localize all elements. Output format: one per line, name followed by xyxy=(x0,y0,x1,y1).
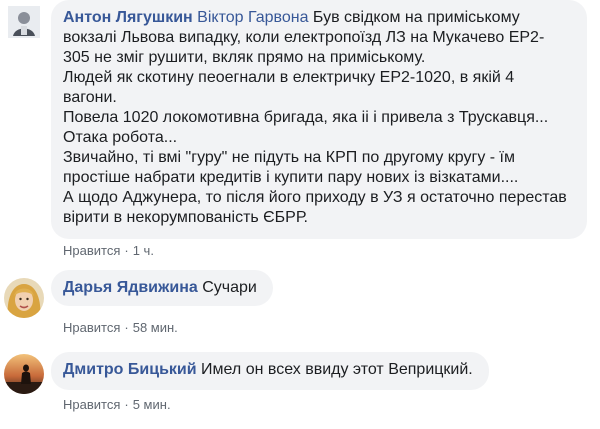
timestamp[interactable]: 1 ч. xyxy=(133,243,154,258)
avatar[interactable] xyxy=(4,354,44,394)
comment-bubble: Дмитро Бицький Имел он всех ввиду этот В… xyxy=(51,352,489,390)
comment-first-line: Дмитро Бицький Имел он всех ввиду этот В… xyxy=(63,360,477,380)
separator: · xyxy=(124,397,129,412)
like-button[interactable]: Нравится xyxy=(63,320,120,335)
comment-text-line: Звичайно, ті вмі "гуру" не підуть на КРП… xyxy=(63,149,515,166)
avatar[interactable] xyxy=(4,278,44,318)
comment-first-line: Антон Лягушкин Віктор Гарвона Був свідко… xyxy=(63,8,575,28)
comment-first-line: Дарья Ядвижина Сучари xyxy=(63,278,261,298)
author-name[interactable]: Дмитро Бицький xyxy=(63,361,197,378)
comment-actions: Нравится · 5 мин. xyxy=(63,397,171,412)
timestamp[interactable]: 58 мин. xyxy=(133,320,178,335)
comment-text-line: вагони. xyxy=(63,89,117,106)
comment-text: Сучари xyxy=(202,279,257,296)
comment-text: Був свідком на приміському xyxy=(312,9,520,26)
comment-text-line: Людей як скотину пеоегнали в електричку … xyxy=(63,69,515,86)
user-avatar-icon xyxy=(4,278,44,318)
comment-text-line: А щодо Аджунера, то після його приходу в… xyxy=(63,189,567,206)
comment-text-line: Отака робота... xyxy=(63,129,178,146)
separator: · xyxy=(124,243,129,258)
user-avatar-icon xyxy=(4,354,44,394)
like-button[interactable]: Нравится xyxy=(63,243,120,258)
like-button[interactable]: Нравится xyxy=(63,397,120,412)
separator: · xyxy=(124,320,129,335)
avatar[interactable] xyxy=(8,6,40,38)
comment-text-line: вокзалі Львова випадку, коли електропоїз… xyxy=(63,29,545,46)
comment-text-line: 305 не зміг рушити, вкляк прямо на примі… xyxy=(63,49,426,66)
comment-text: Имел он всех ввиду этот Веприцкий. xyxy=(201,361,473,378)
comment-bubble: Антон Лягушкин Віктор Гарвона Був свідко… xyxy=(51,0,587,239)
user-avatar-icon xyxy=(8,6,40,38)
timestamp[interactable]: 5 мин. xyxy=(133,397,171,412)
author-name[interactable]: Дарья Ядвижина xyxy=(63,279,198,296)
author-name[interactable]: Антон Лягушкин xyxy=(63,9,193,26)
comment-actions: Нравится · 1 ч. xyxy=(63,243,154,258)
comment-text-line: простіше набрати кредитів і купити пару … xyxy=(63,169,519,186)
mention-link[interactable]: Віктор Гарвона xyxy=(197,9,308,26)
comment-text-line: вірити в некорумпованість ЄБРР. xyxy=(63,209,308,226)
comment-actions: Нравится · 58 мин. xyxy=(63,320,178,335)
comment-bubble: Дарья Ядвижина Сучари xyxy=(51,270,273,306)
comment-text-line: Повела 1020 локомотивна бригада, яка іі … xyxy=(63,109,549,126)
